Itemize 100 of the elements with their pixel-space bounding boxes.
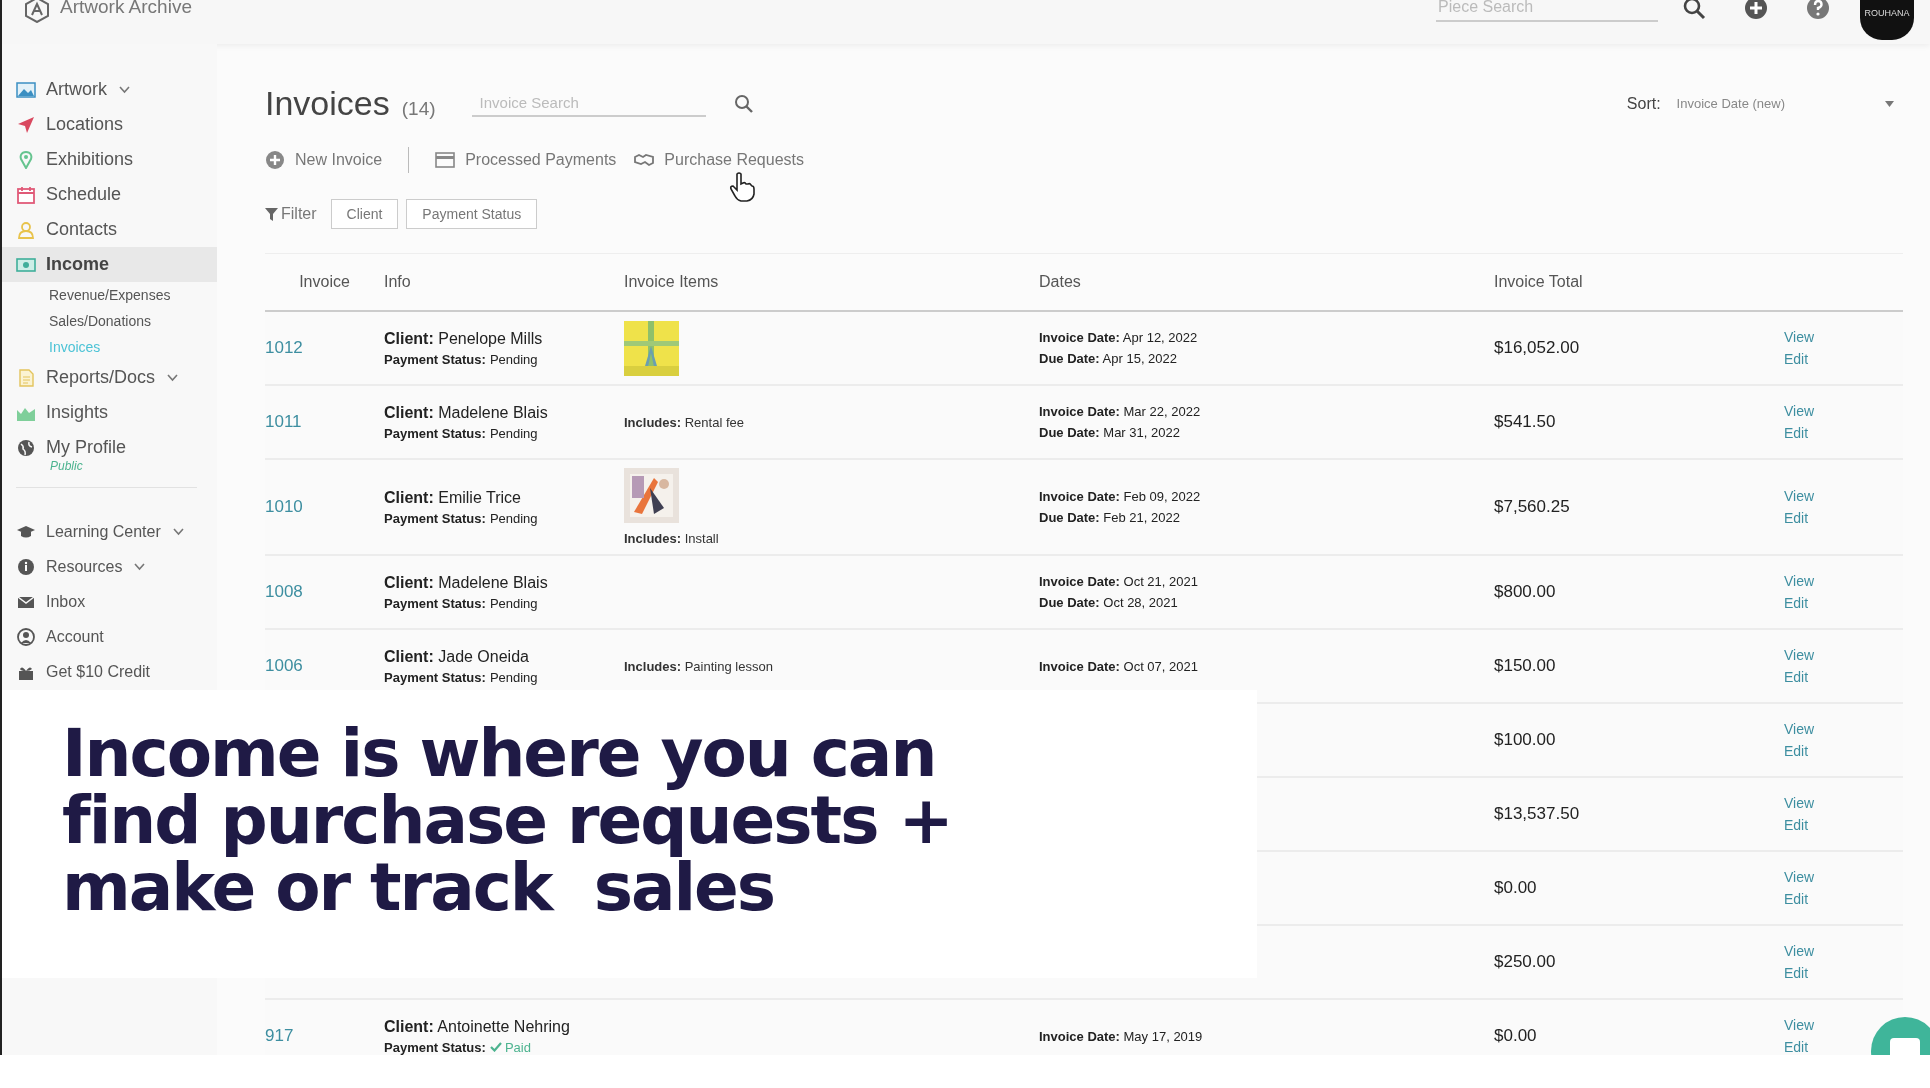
image-icon <box>16 80 36 99</box>
search-field[interactable]: Invoice Search <box>471 90 706 117</box>
nav-item[interactable]: Locations <box>2 107 217 142</box>
status-value: Pending <box>489 669 538 685</box>
invoice-total: $100.00 <box>1494 730 1556 749</box>
row-link[interactable]: View <box>1784 795 1815 811</box>
hand-cursor-icon <box>729 172 755 202</box>
invoice-total: $150.00 <box>1494 656 1556 675</box>
nav-item[interactable]: Reports/Docs <box>2 360 217 395</box>
invoice-number[interactable]: 1010 <box>265 497 303 516</box>
nav-item[interactable]: Get $10 Credit <box>2 654 217 689</box>
arrow-icon <box>16 115 36 134</box>
invoice-number[interactable]: 1008 <box>265 582 303 601</box>
row-link[interactable]: Edit <box>1784 743 1809 759</box>
client-name: Client: Madelene Blais <box>384 403 549 422</box>
credit-card-icon <box>435 150 456 170</box>
status-value: Pending <box>489 595 538 611</box>
logo-icon <box>24 0 50 23</box>
payment-status: Payment Status: <box>384 510 486 526</box>
nav-item[interactable]: Insights <box>2 395 217 430</box>
included-item: Includes: Painting lesson <box>624 658 773 674</box>
row-link[interactable]: View <box>1784 573 1815 589</box>
nav-item[interactable]: Account <box>2 619 217 654</box>
column-header: Invoice Total <box>1494 273 1584 291</box>
help-icon[interactable] <box>1806 0 1830 20</box>
included-item: Includes: Rental fee <box>624 414 744 430</box>
row-link[interactable]: View <box>1784 488 1815 504</box>
row-link[interactable]: View <box>1784 943 1815 959</box>
invoice-total: $0.00 <box>1494 878 1537 897</box>
client-name: Client: Penelope Mills <box>384 329 544 348</box>
invoice-date: Invoice Date: Oct 07, 2021 <box>1039 658 1199 674</box>
plus-circle-icon <box>265 150 285 170</box>
status-value: Pending <box>489 425 538 441</box>
search-field[interactable]: Piece Search <box>1436 0 1658 22</box>
caret-icon <box>1885 100 1894 107</box>
invoice-number[interactable]: 1006 <box>265 656 303 675</box>
nav-item[interactable]: Artwork <box>2 72 217 107</box>
sort-dropdown[interactable]: Invoice Date (new) <box>1672 92 1898 115</box>
row-link[interactable]: View <box>1784 721 1815 737</box>
client-name: Client: Madelene Blais <box>384 573 549 592</box>
filter-icon <box>265 207 278 221</box>
row-link[interactable]: View <box>1784 1017 1815 1033</box>
invoice-number[interactable]: 917 <box>265 1026 294 1045</box>
row-link[interactable]: Edit <box>1784 817 1809 833</box>
row-link[interactable]: View <box>1784 329 1815 345</box>
add-icon[interactable] <box>1744 0 1768 20</box>
payment-status: Payment Status: <box>384 425 486 441</box>
nav-item[interactable]: Resources <box>2 549 217 584</box>
invoice-date: Invoice Date: Oct 21, 2021 <box>1039 574 1199 589</box>
invoice-date: Invoice Date: Apr 12, 2022 <box>1039 330 1199 345</box>
search-icon[interactable] <box>733 93 754 114</box>
action-link[interactable]: New Invoice <box>265 150 383 170</box>
search-icon[interactable] <box>1682 0 1706 20</box>
filter-button[interactable]: Client <box>330 199 399 229</box>
nav-item[interactable]: Inbox <box>2 584 217 619</box>
status-value: Pending <box>489 510 538 526</box>
row-link[interactable]: Edit <box>1784 425 1809 441</box>
row-link[interactable]: Edit <box>1784 669 1809 685</box>
row-link[interactable]: Edit <box>1784 510 1809 526</box>
payment-status: Payment Status: <box>384 595 486 611</box>
nav-item[interactable]: Income <box>2 247 217 282</box>
row-link[interactable]: Edit <box>1784 595 1809 611</box>
row-link[interactable]: Edit <box>1784 351 1809 367</box>
nav-item[interactable]: Contacts <box>2 212 217 247</box>
nav-item[interactable]: Schedule <box>2 177 217 212</box>
nav-subitem[interactable]: Revenue/Expenses <box>49 282 217 308</box>
invoice-total: $800.00 <box>1494 582 1556 601</box>
invoice-number[interactable]: 1012 <box>265 338 303 357</box>
client-name: Client: Emilie Trice <box>384 488 522 507</box>
column-header: Info <box>384 273 412 291</box>
included-item: Includes: Install <box>624 531 719 546</box>
invoice-total: $250.00 <box>1494 952 1556 971</box>
client-name: Client: Antoinette Nehring <box>384 1017 571 1036</box>
invoice-date: Invoice Date: Mar 22, 2022 <box>1039 404 1202 419</box>
sort-label: Sort: <box>1626 94 1661 113</box>
page-title: Invoices <box>265 84 390 123</box>
row-link[interactable]: View <box>1784 403 1815 419</box>
action-link[interactable]: Purchase Requests <box>634 150 804 170</box>
nav-item[interactable]: Learning Center <box>2 514 217 549</box>
payment-status: Payment Status: <box>384 669 486 685</box>
row-link[interactable]: Edit <box>1784 891 1809 907</box>
action-link[interactable]: Processed Payments <box>435 150 617 170</box>
row-link[interactable]: Edit <box>1784 965 1809 981</box>
row-link[interactable]: Edit <box>1784 1039 1809 1055</box>
invoice-count: (14) <box>401 97 436 120</box>
client-name: Client: Jade Oneida <box>384 647 530 666</box>
info-icon <box>16 557 36 576</box>
avatar[interactable]: ROUHANA <box>1860 0 1914 40</box>
banknote-icon <box>16 255 36 274</box>
nav-subitem[interactable]: Invoices <box>49 334 217 360</box>
invoice-date: Invoice Date: May 17, 2019 <box>1039 1028 1204 1044</box>
user-icon <box>16 627 36 646</box>
invoice-date: Invoice Date: Feb 09, 2022 <box>1039 489 1202 504</box>
row-link[interactable]: View <box>1784 869 1815 885</box>
invoice-number[interactable]: 1011 <box>265 412 302 431</box>
row-link[interactable]: View <box>1784 647 1815 663</box>
invoice-date: Due Date: Apr 15, 2022 <box>1039 351 1179 366</box>
filter-button[interactable]: Payment Status <box>406 199 538 229</box>
nav-subitem[interactable]: Sales/Donations <box>49 308 217 334</box>
nav-item[interactable]: Exhibitions <box>2 142 217 177</box>
